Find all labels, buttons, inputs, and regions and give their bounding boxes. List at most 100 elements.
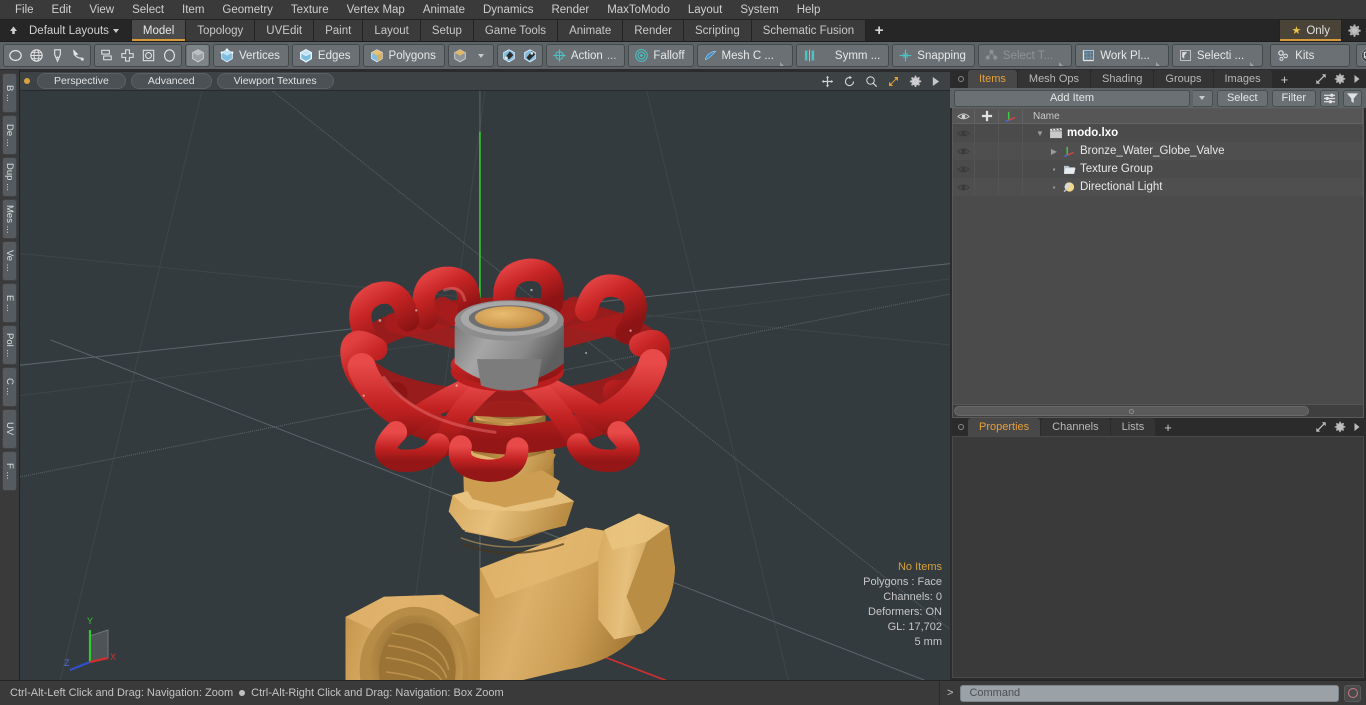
tab-uvedit[interactable]: UVEdit [255,20,315,41]
action-center-button[interactable]: Action ... [548,44,624,67]
menu-item-select[interactable]: Select [123,0,173,20]
gear-icon[interactable] [1334,73,1346,85]
row-visibility-eye-icon[interactable] [953,142,975,160]
tab-topology[interactable]: Topology [186,20,256,41]
viewport-textures-toggle[interactable]: Viewport Textures [216,73,334,89]
curve-icon[interactable] [68,45,89,66]
layout-gear-icon[interactable] [1342,20,1366,41]
row-name-cell[interactable]: ▼ modo.lxo [1023,124,1363,142]
tab-groups[interactable]: Groups [1154,70,1213,88]
column-visibility-eye-icon[interactable] [953,109,975,123]
table-row[interactable]: ▪ Directional Light [953,178,1363,196]
row-visibility-eye-icon[interactable] [953,160,975,178]
menu-item-maxtomodo[interactable]: MaxToModo [598,0,679,20]
table-row[interactable]: ▶ Bronze_Water_Globe_Valve [953,142,1363,160]
tab-model[interactable]: Model [130,20,187,41]
kits-button[interactable]: Kits [1272,44,1348,67]
paint-cube-1-icon[interactable] [499,45,520,66]
row-lock-cell[interactable] [975,142,999,160]
tab-game-tools[interactable]: Game Tools [473,20,559,41]
column-lock-plus-icon[interactable] [975,109,999,123]
tab-scripting[interactable]: Scripting [683,20,752,41]
expand-icon[interactable] [1315,73,1327,85]
row-axis-cell[interactable] [999,160,1023,178]
menu-item-geometry[interactable]: Geometry [213,0,282,20]
items-chevron-down-icon[interactable] [471,45,492,66]
expand-icon[interactable] [1315,421,1327,433]
paint-cube-2-icon[interactable] [520,45,541,66]
row-visibility-eye-icon[interactable] [953,178,975,196]
row-name-cell[interactable]: ▶ Bronze_Water_Globe_Valve [1023,142,1363,160]
row-axis-cell[interactable] [999,178,1023,196]
vtab-curve[interactable]: C ... [2,367,17,407]
tab-layout[interactable]: Layout [363,20,421,41]
menu-item-system[interactable]: System [731,0,787,20]
tab-images[interactable]: Images [1213,70,1272,88]
play-icon[interactable] [931,76,940,87]
command-history-button[interactable] [1344,684,1361,702]
row-axis-cell[interactable] [999,124,1023,142]
work-plane-button[interactable]: Work Pl... [1077,44,1167,67]
menu-item-edit[interactable]: Edit [43,0,81,20]
vtab-uv[interactable]: UV [2,409,17,449]
row-visibility-eye-icon[interactable] [953,124,975,142]
vtab-basic[interactable]: B ... [2,73,17,113]
tab-properties[interactable]: Properties [968,418,1041,436]
pan-icon[interactable] [821,75,834,88]
rotate-icon[interactable] [843,75,856,88]
menu-item-animate[interactable]: Animate [414,0,474,20]
fit-icon[interactable] [887,75,900,88]
only-toggle-button[interactable]: ★ Only [1279,20,1342,41]
row-lock-cell[interactable] [975,178,999,196]
twisty-expand-icon[interactable]: ▶ [1049,147,1059,156]
vertices-mode-button[interactable]: Vertices [215,44,287,67]
add-layout-tab-button[interactable]: + [866,20,892,41]
symmetry-button[interactable]: Symm ... [798,44,887,67]
column-axis-icon[interactable] [999,109,1023,123]
add-properties-tab-button[interactable]: + [1156,418,1180,436]
menu-item-layout[interactable]: Layout [679,0,732,20]
modo-cube-icon[interactable] [1358,45,1366,66]
row-name-cell[interactable]: ▪ Directional Light [1023,178,1363,196]
cross-icon[interactable] [117,45,138,66]
scrollbar-thumb[interactable] [954,406,1309,416]
cube-gray-icon[interactable] [187,45,208,66]
pen-icon[interactable] [47,45,68,66]
cube-item-icon[interactable] [450,45,471,66]
tab-items[interactable]: Items [968,70,1017,88]
tab-channels[interactable]: Channels [1041,418,1110,436]
menu-item-file[interactable]: File [6,0,43,20]
vtab-mesh-edit[interactable]: Mes ... [2,199,17,239]
row-lock-cell[interactable] [975,124,999,142]
chevron-right-icon[interactable] [1353,422,1361,432]
vtab-polygon[interactable]: Pol ... [2,325,17,365]
viewport-shading-advanced[interactable]: Advanced [130,73,212,89]
vtab-falloff[interactable]: F ... [2,451,17,491]
menu-item-dynamics[interactable]: Dynamics [474,0,542,20]
menu-item-item[interactable]: Item [173,0,213,20]
ellipse-icon[interactable] [159,45,180,66]
select-through-button[interactable]: Select T... [980,44,1070,67]
add-item-button[interactable]: Add Item [954,89,1190,107]
viewport-3d[interactable]: Y X Z No Items Polygons : Face Channels:… [20,90,950,680]
menu-item-help[interactable]: Help [788,0,830,20]
vtab-vertex[interactable]: Ve ... [2,241,17,281]
table-row[interactable]: ▪ Texture Group [953,160,1363,178]
tab-mesh-ops[interactable]: Mesh Ops [1017,70,1091,88]
mesh-constraint-button[interactable]: Mesh C ... [699,44,791,67]
add-items-tab-button[interactable]: + [1273,70,1297,88]
tab-setup[interactable]: Setup [420,20,474,41]
select-button[interactable]: Select [1216,89,1268,107]
edges-mode-button[interactable]: Edges [294,44,358,67]
selection-set-button[interactable]: Selecti ... [1174,44,1261,67]
tab-shading[interactable]: Shading [1091,70,1154,88]
command-input[interactable]: Command [960,684,1339,702]
tab-render[interactable]: Render [623,20,684,41]
add-item-dropdown-icon[interactable] [1192,89,1213,107]
sliders-icon[interactable] [1320,89,1339,107]
globe-icon[interactable] [26,45,47,66]
tab-schematic-fusion[interactable]: Schematic Fusion [751,20,867,41]
menu-item-view[interactable]: View [80,0,123,20]
tab-lists[interactable]: Lists [1110,418,1156,436]
menu-item-render[interactable]: Render [542,0,598,20]
